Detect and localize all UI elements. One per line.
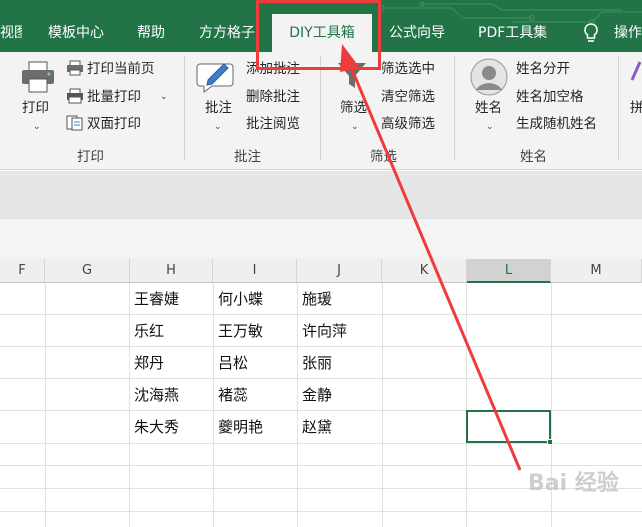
watermark-logo: Bai 经验 [528,471,619,496]
arrow-icon [340,44,522,471]
